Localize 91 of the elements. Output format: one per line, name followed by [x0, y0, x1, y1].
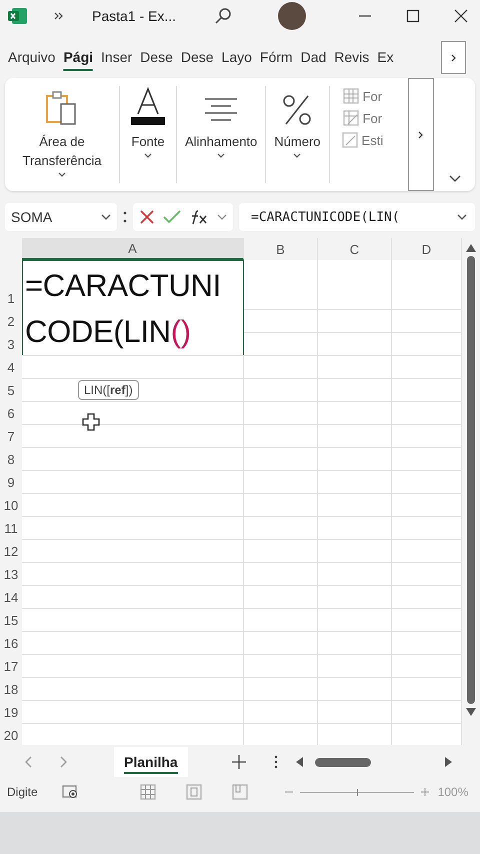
font-color-icon	[128, 86, 168, 126]
cursor-plus-icon	[82, 413, 100, 431]
row-header[interactable]: 14	[0, 586, 22, 609]
page-layout-icon[interactable]	[186, 784, 202, 800]
zoom-in-icon[interactable]	[420, 787, 430, 797]
ribbon-group-button[interactable]: Área de Transferência	[13, 132, 111, 170]
row-header[interactable]: 8	[0, 448, 22, 471]
chevron-down-icon	[144, 153, 152, 159]
arrow-right-icon[interactable]	[444, 757, 452, 767]
arrow-down-icon[interactable]	[466, 708, 476, 716]
row-header[interactable]: 4	[0, 356, 22, 379]
double-chevron-icon[interactable]	[54, 11, 64, 21]
more-options-icon[interactable]	[274, 755, 278, 769]
ribbon-button[interactable]: Esti	[362, 132, 384, 148]
chevron-down-icon	[293, 153, 302, 159]
function-fx-icon[interactable]	[189, 208, 209, 226]
more-options-icon[interactable]	[123, 210, 127, 224]
chevron-down-icon	[217, 214, 227, 220]
scroll-right-button[interactable]	[441, 41, 466, 74]
chevron-right-icon[interactable]	[60, 756, 68, 768]
window-title: Pasta1 - Ex...	[92, 8, 176, 24]
percent-icon	[281, 94, 314, 126]
cell-style-icon	[342, 132, 358, 148]
page-break-icon[interactable]	[232, 784, 248, 800]
column-header[interactable]: C	[318, 238, 392, 260]
ribbon-tab[interactable]: Revis	[330, 43, 374, 73]
row-header[interactable]: 3	[0, 333, 22, 356]
row-header[interactable]: 19	[0, 701, 22, 724]
ribbon-scroll-button[interactable]	[408, 78, 434, 191]
ribbon-tab[interactable]: Fórm	[256, 43, 297, 73]
row-header[interactable]: 10	[0, 494, 22, 517]
row-header[interactable]: 17	[0, 655, 22, 678]
chevron-down-icon	[457, 214, 467, 220]
close-icon[interactable]	[454, 9, 468, 23]
sheet-tab[interactable]: Planilha	[114, 747, 188, 777]
scrollbar-thumb[interactable]	[314, 758, 371, 766]
ribbon-tab[interactable]: Layo	[218, 43, 256, 73]
row-header[interactable]: 16	[0, 632, 22, 655]
ribbon-tab[interactable]: Inser	[97, 43, 136, 73]
ribbon-button[interactable]: For	[362, 110, 382, 126]
name-box[interactable]: SOMA	[5, 203, 117, 231]
row-header[interactable]: 15	[0, 609, 22, 632]
row-header[interactable]: 6	[0, 402, 22, 425]
ribbon-button[interactable]: For	[362, 88, 382, 104]
formula-field[interactable]: =CARACTUNICODE(LIN(	[239, 203, 475, 231]
collapse-ribbon-icon[interactable]	[449, 175, 461, 183]
function-tooltip: LIN([ref])	[78, 380, 139, 400]
ribbon-tab[interactable]: Ex	[373, 43, 398, 73]
chevron-down-icon	[58, 172, 66, 178]
row-header[interactable]: 12	[0, 540, 22, 563]
avatar-icon[interactable]	[278, 2, 306, 30]
search-icon[interactable]	[214, 7, 232, 25]
accessibility-icon[interactable]	[62, 785, 78, 799]
chevron-right-icon	[418, 130, 424, 138]
chevron-right-icon	[450, 54, 456, 62]
column-header[interactable]: A	[22, 238, 244, 260]
row-header[interactable]: 11	[0, 517, 22, 540]
cancel-icon[interactable]	[139, 209, 155, 225]
cell-editor[interactable]: =CARACTUNICODE(LIN()	[22, 260, 244, 355]
clipboard-icon	[45, 90, 79, 126]
arrow-up-icon[interactable]	[466, 244, 476, 252]
row-header[interactable]: 9	[0, 471, 22, 494]
maximize-icon[interactable]	[406, 9, 420, 23]
ribbon-tab[interactable]: Arquivo	[4, 43, 60, 73]
checkmark-icon[interactable]	[163, 209, 181, 225]
ribbon-group-button[interactable]: Número	[274, 132, 321, 151]
conditional-format-icon	[342, 88, 359, 104]
column-header[interactable]: B	[244, 238, 318, 260]
status-mode: Digite	[7, 785, 38, 799]
table-format-icon	[342, 110, 359, 126]
scrollbar-thumb[interactable]	[467, 256, 475, 704]
row-header[interactable]: 7	[0, 425, 22, 448]
ribbon-tab[interactable]: Dese	[176, 43, 218, 73]
row-header[interactable]: 18	[0, 678, 22, 701]
row-header[interactable]: 13	[0, 563, 22, 586]
chevron-down-icon	[101, 214, 111, 220]
row-header[interactable]: 1	[0, 260, 22, 310]
ribbon-group-button[interactable]: Fonte	[131, 132, 165, 151]
excel-logo-icon[interactable]	[8, 7, 28, 25]
row-header[interactable]: 2	[0, 310, 22, 333]
ribbon-tab[interactable]: Dese	[136, 43, 177, 73]
ribbon-tab[interactable]: Pági	[59, 43, 98, 73]
row-header[interactable]: 20	[0, 724, 22, 745]
ribbon-tab[interactable]: Dad	[296, 43, 330, 73]
ribbon-group-button[interactable]: Alinhamento	[185, 132, 258, 151]
row-header[interactable]: 5	[0, 379, 22, 402]
arrow-left-icon[interactable]	[296, 757, 303, 767]
normal-view-icon[interactable]	[140, 784, 156, 800]
chevron-down-icon	[217, 153, 226, 159]
plus-icon[interactable]	[232, 755, 246, 769]
chevron-left-icon[interactable]	[24, 756, 32, 768]
